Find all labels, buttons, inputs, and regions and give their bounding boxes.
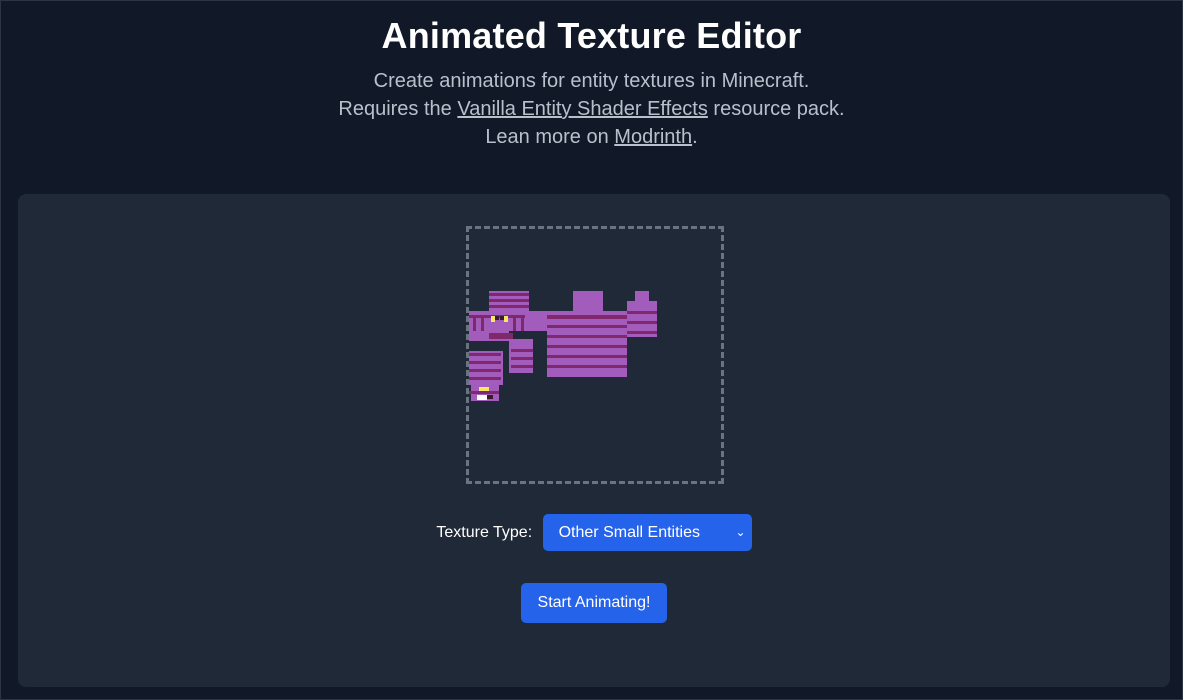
editor-panel: Texture Type: Other Small Entities ⌄ Sta… (18, 194, 1170, 687)
texture-type-value: Other Small Entities (558, 524, 700, 541)
texture-type-select[interactable]: Other Small Entities ⌄ (542, 514, 752, 551)
start-animating-button[interactable]: Start Animating! (521, 583, 667, 623)
line3-suffix: . (692, 126, 698, 148)
description-line-2: Requires the Vanilla Entity Shader Effec… (0, 95, 1183, 123)
line3-prefix: Lean more on (485, 126, 615, 148)
page-title: Animated Texture Editor (381, 15, 802, 56)
texture-preview (469, 291, 657, 401)
description-line-3: Lean more on Modrinth. (0, 123, 1183, 151)
vanilla-entity-shader-effects-link[interactable]: Vanilla Entity Shader Effects (457, 98, 708, 120)
line2-suffix: resource pack. (707, 98, 845, 120)
page-description: Create animations for entity textures in… (0, 67, 1183, 151)
line2-prefix: Requires the (338, 98, 458, 120)
description-line-1: Create animations for entity textures in… (373, 70, 810, 92)
texture-type-label: Texture Type: (436, 523, 533, 541)
texture-type-control: Texture Type: Other Small Entities ⌄ (18, 514, 1170, 551)
modrinth-link[interactable]: Modrinth (614, 126, 692, 148)
texture-dropzone[interactable] (466, 226, 724, 484)
chevron-down-icon: ⌄ (735, 525, 746, 539)
page-header: Animated Texture Editor Create animation… (0, 0, 1183, 151)
